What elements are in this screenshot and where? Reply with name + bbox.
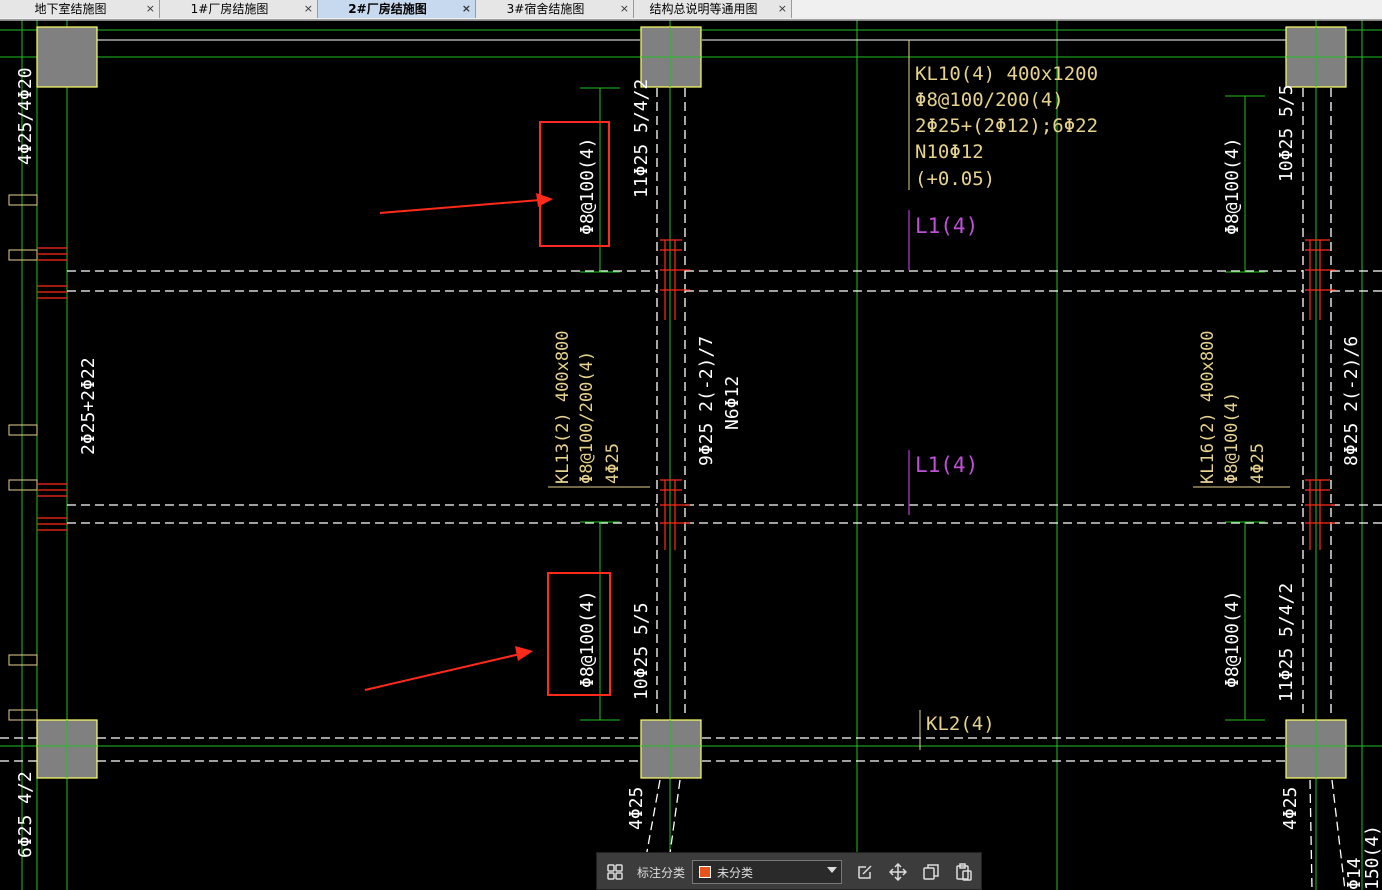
tab-general-notes[interactable]: 结构总说明等通用图 × (634, 0, 792, 18)
category-selected-value: 未分类 (717, 866, 754, 880)
edit-icon[interactable] (856, 863, 874, 881)
left-bottom-rebar[interactable]: 6Φ25 4/2 (15, 771, 36, 858)
bottom-column-rebar-1[interactable]: 4Φ25 (626, 787, 647, 830)
chevron-down-icon (827, 867, 837, 873)
tab-label: 结构总说明等通用图 (649, 2, 758, 16)
close-icon[interactable]: × (146, 0, 155, 18)
rebar-top-right[interactable]: 10Φ25 5/5 (1276, 84, 1297, 182)
category-color-swatch (699, 866, 711, 878)
beam-annotations: KL10(4) 400x1200 Φ8@100/200(4) 2Φ25+(2Φ1… (915, 63, 1098, 735)
mid-left-rebar-n[interactable]: N6Φ12 (722, 376, 743, 430)
copy-icon[interactable] (922, 863, 940, 881)
kl16-line-2[interactable]: Φ8@100(4) (1222, 392, 1242, 484)
close-icon[interactable]: × (620, 0, 629, 18)
close-icon[interactable]: × (304, 0, 313, 18)
tab-label: 1#厂房结施图 (190, 2, 269, 16)
grid-icon[interactable] (606, 863, 624, 881)
mid-right-rebar[interactable]: 8Φ25 2(-2)/6 (1341, 336, 1362, 466)
column[interactable] (36, 26, 98, 88)
kl2-label[interactable]: KL2(4) (926, 713, 995, 735)
stirrup-bottom-right[interactable]: Φ8@100(4) (1222, 590, 1243, 688)
left-mid-rebar[interactable]: 2Φ25+2Φ22 (78, 357, 99, 455)
arrow-bottom (364, 653, 521, 691)
wall-hatch-markers (8, 194, 38, 721)
tab-label: 地下室结施图 (34, 2, 107, 16)
annotation-category-select[interactable]: 未分类 (692, 860, 842, 884)
kl16-line-3[interactable]: 4Φ25 (1248, 443, 1268, 484)
tab-label: 3#宿舍结施图 (506, 2, 585, 16)
kl13-line-2[interactable]: Φ8@100/200(4) (577, 351, 597, 484)
kl10-line-3[interactable]: 2Φ25+(2Φ12);6Φ22 (915, 115, 1098, 137)
paste-icon[interactable] (955, 863, 973, 881)
bottom-column-rebar-2[interactable]: 4Φ25 (1280, 787, 1301, 830)
tab-basement[interactable]: 地下室结施图 × (0, 0, 160, 18)
arrow-head-icon (536, 193, 553, 207)
tab-plant-2[interactable]: 2#厂房结施图 × (318, 0, 476, 18)
kl13-line-3[interactable]: 4Φ25 (603, 443, 623, 484)
kl10-line-5[interactable]: (+0.05) (915, 168, 995, 190)
column-axis-overlay (37, 27, 1346, 778)
kl10-line-1[interactable]: KL10(4) 400x1200 (915, 63, 1098, 85)
stirrup-top-right[interactable]: Φ8@100(4) (1222, 137, 1243, 235)
l1-annotations: L1(4) L1(4) (915, 214, 978, 477)
rotated-annotations: KL13(2) 400x800 Φ8@100/200(4) 4Φ25 KL16(… (553, 330, 1268, 484)
rebar-top-left[interactable]: 11Φ25 5/4/2 (631, 79, 652, 198)
kl16-line-1[interactable]: KL16(2) 400x800 (1198, 330, 1218, 484)
drawing-tab-bar: 地下室结施图 × 1#厂房结施图 × 2#厂房结施图 × 3#宿舍结施图 × 结… (0, 0, 1382, 20)
arrow-top (379, 199, 541, 214)
left-top-rebar[interactable]: 4Φ25/4Φ20 (15, 67, 36, 165)
tab-plant-1[interactable]: 1#厂房结施图 × (160, 0, 318, 18)
annotation-category-label: 标注分类 (637, 866, 686, 880)
close-icon[interactable]: × (462, 0, 471, 18)
annotation-toolbar: 标注分类 未分类 (596, 852, 982, 890)
l1-top-label[interactable]: L1(4) (915, 214, 978, 238)
rebar-bottom-left[interactable]: 10Φ25 5/5 (631, 602, 652, 700)
highlight-annotations (364, 121, 611, 696)
edge-right-rebar-2[interactable]: 150(4) (1362, 825, 1382, 890)
tab-label: 2#厂房结施图 (348, 2, 427, 16)
l1-mid-label[interactable]: L1(4) (915, 453, 978, 477)
kl10-line-4[interactable]: N10Φ12 (915, 141, 984, 163)
cad-drawing-canvas[interactable]: KL10(4) 400x1200 Φ8@100/200(4) 2Φ25+(2Φ1… (0, 20, 1382, 890)
columns (36, 26, 1347, 779)
close-icon[interactable]: × (778, 0, 787, 18)
kl10-line-2[interactable]: Φ8@100/200(4) (915, 89, 1064, 111)
stirrup-top-left[interactable]: Φ8@100(4) (577, 137, 598, 235)
rebar-ticks (37, 239, 1335, 550)
arrow-head-icon (515, 646, 533, 661)
column[interactable] (640, 719, 702, 779)
kl13-line-1[interactable]: KL13(2) 400x800 (553, 330, 573, 484)
rebar-bottom-right[interactable]: 11Φ25 5/4/2 (1276, 583, 1297, 702)
move-icon[interactable] (889, 863, 907, 881)
highlight-box-top (539, 121, 610, 247)
stirrup-bottom-left[interactable]: Φ8@100(4) (577, 590, 598, 688)
tab-dorm-3[interactable]: 3#宿舍结施图 × (476, 0, 634, 18)
mid-left-rebar[interactable]: 9Φ25 2(-2)/7 (696, 336, 717, 466)
